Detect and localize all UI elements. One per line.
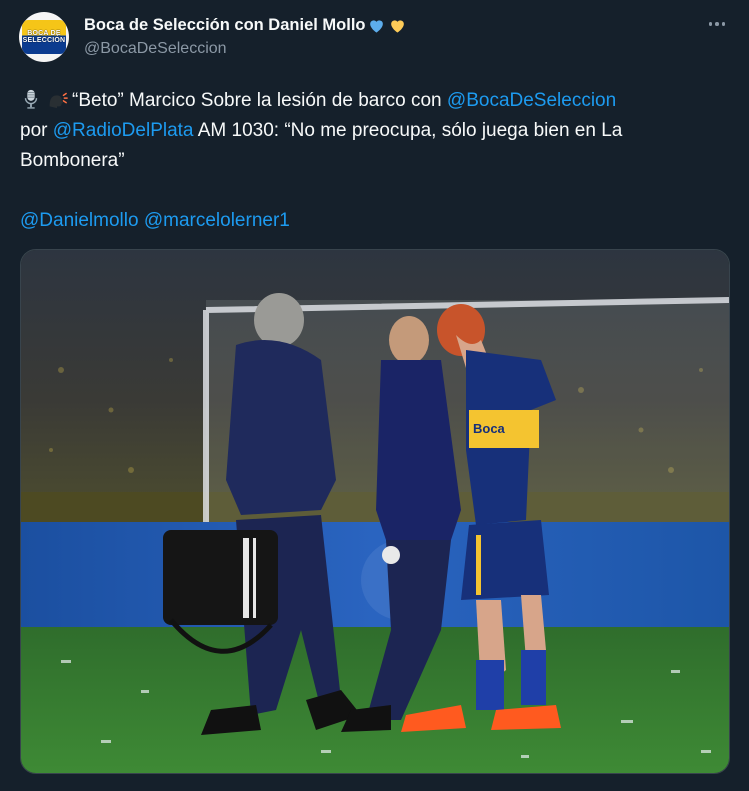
tweet-line2-text: AM 1030: “No me preocupa, sólo juega bie… bbox=[193, 120, 623, 141]
tweet-line-2: por @RadioDelPlata AM 1030: “No me preoc… bbox=[20, 116, 730, 146]
mention-danielmollo-link[interactable]: @Danielmollo bbox=[20, 210, 139, 231]
jersey-text: Boca bbox=[473, 421, 506, 436]
more-dot-icon bbox=[708, 22, 713, 26]
more-options-button[interactable] bbox=[707, 14, 727, 34]
tweet-card: BOCA DE SELECCIÓN Boca de Selección con … bbox=[0, 0, 749, 791]
author-name-row: Boca de Selección con Daniel Mollo bbox=[84, 14, 407, 36]
tweet-line-1: “Beto” Marcico Sobre la lesión de barco … bbox=[20, 86, 730, 116]
photo-of-injured-player-icon: Boca bbox=[21, 250, 729, 773]
blue-heart-icon bbox=[370, 19, 384, 33]
speaking-head-icon bbox=[49, 92, 68, 109]
tweet-photo[interactable]: Boca bbox=[20, 249, 730, 774]
avatar-text: BOCA DE SELECCIÓN bbox=[22, 30, 66, 44]
tweet-line3-text: Bombonera” bbox=[20, 150, 125, 171]
avatar-logo: BOCA DE SELECCIÓN bbox=[22, 20, 66, 54]
display-name[interactable]: Boca de Selección con Daniel Mollo bbox=[84, 16, 365, 35]
author-handle[interactable]: @BocaDeSeleccion bbox=[84, 40, 227, 58]
tweet-line2-prefix: por bbox=[20, 120, 53, 141]
yellow-heart-icon bbox=[391, 19, 405, 33]
more-dot-icon bbox=[715, 22, 719, 26]
tweet-line-mentions: @Danielmollo @marcelolerner1 bbox=[20, 206, 730, 236]
more-dot-icon bbox=[721, 22, 726, 26]
tweet-line1-text: “Beto” Marcico Sobre la lesión de barco … bbox=[72, 90, 447, 111]
avatar[interactable]: BOCA DE SELECCIÓN bbox=[19, 12, 69, 62]
tweet-text: “Beto” Marcico Sobre la lesión de barco … bbox=[20, 86, 730, 236]
mention-bocadeseleccion-link[interactable]: @BocaDeSeleccion bbox=[447, 90, 616, 111]
mention-radiodelplata-link[interactable]: @RadioDelPlata bbox=[53, 120, 194, 141]
tweet-line-3: Bombonera” bbox=[20, 146, 730, 176]
microphone-icon bbox=[24, 89, 38, 109]
mention-marcelolerner1-link[interactable]: @marcelolerner1 bbox=[144, 210, 290, 231]
